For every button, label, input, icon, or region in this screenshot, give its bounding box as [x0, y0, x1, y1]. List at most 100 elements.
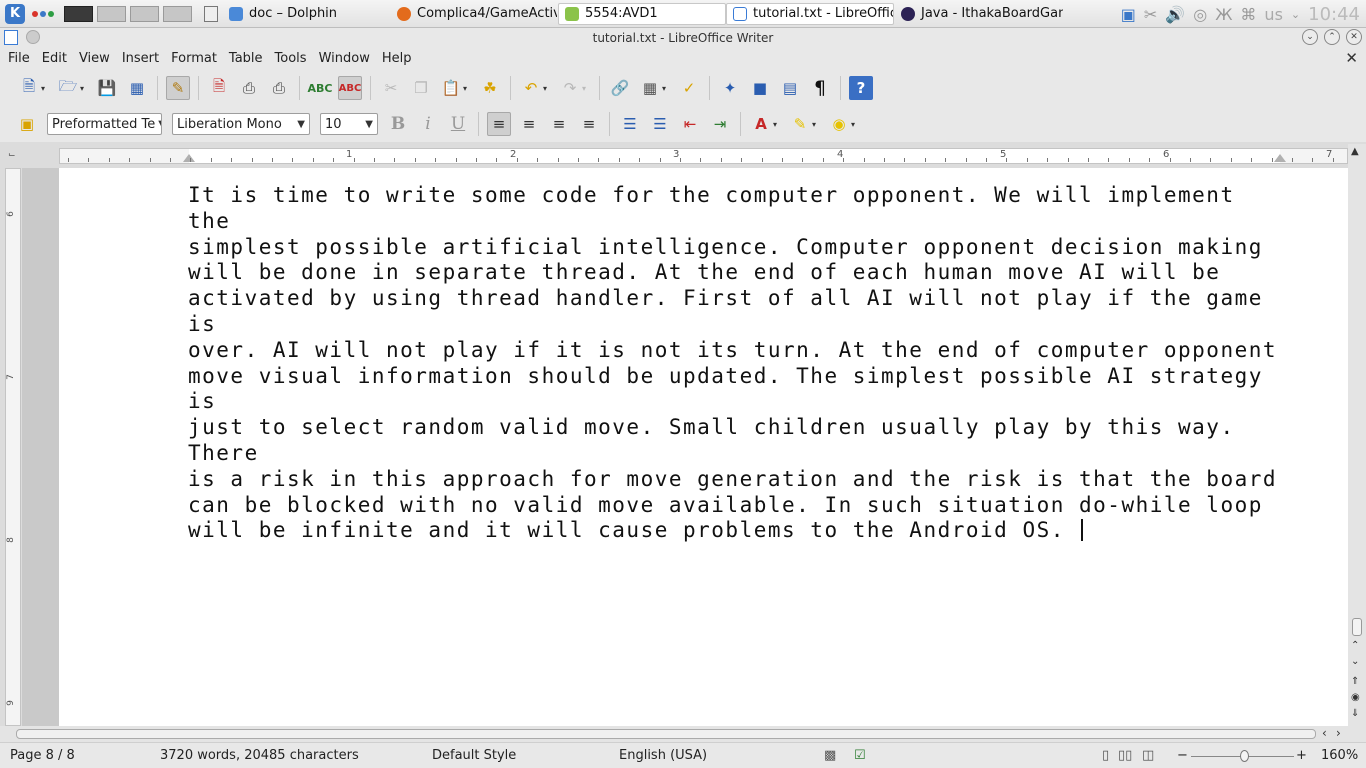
word-count[interactable]: 3720 words, 20485 characters	[160, 748, 359, 763]
save-as-icon[interactable]: ▦	[125, 76, 149, 100]
desktop-4[interactable]	[163, 5, 192, 22]
page-number[interactable]: Page 8 / 8	[10, 748, 75, 763]
align-center-icon[interactable]: ≡	[517, 112, 541, 136]
autospellcheck-icon[interactable]: ABC	[338, 76, 362, 100]
scroll-up-icon[interactable]: ▲	[1351, 146, 1359, 157]
italic-button[interactable]: i	[416, 112, 440, 136]
new-dropdown-icon[interactable]: ▾	[41, 84, 49, 93]
cut-icon[interactable]: ✂	[379, 76, 403, 100]
hyperlink-icon[interactable]: 🔗	[608, 76, 632, 100]
zoom-in-icon[interactable]: +	[1296, 748, 1307, 763]
task-libreoffice[interactable]: tutorial.txt - LibreOffice	[726, 2, 894, 25]
menu-insert[interactable]: Insert	[116, 51, 165, 66]
writer-app-icon[interactable]	[4, 30, 18, 45]
justify-icon[interactable]: ≡	[577, 112, 601, 136]
desktop-1[interactable]	[64, 5, 93, 22]
menu-format[interactable]: Format	[165, 51, 223, 66]
wifi-icon[interactable]: ⌘	[1240, 5, 1256, 24]
right-indent-marker[interactable]	[1274, 154, 1286, 162]
print-icon[interactable]: ⎙	[237, 76, 261, 100]
show-draw-functions-icon[interactable]: ✓	[677, 76, 701, 100]
previous-page-icon[interactable]: ⇑	[1351, 676, 1359, 687]
single-page-view-icon[interactable]: ▯	[1102, 748, 1109, 763]
notes-icon[interactable]	[200, 3, 222, 25]
open-dropdown-icon[interactable]: ▾	[80, 84, 88, 93]
styles-and-formatting-icon[interactable]: ▣	[15, 112, 39, 136]
table-dropdown-icon[interactable]: ▾	[662, 84, 670, 93]
pin-icon[interactable]	[26, 30, 40, 44]
font-color-icon[interactable]: A	[749, 112, 773, 136]
keyboard-layout[interactable]: us	[1264, 5, 1282, 24]
vertical-ruler[interactable]: 6 7 8 9	[5, 168, 21, 726]
navigator-icon[interactable]: ✦	[718, 76, 742, 100]
bullets-icon[interactable]: ☰	[648, 112, 672, 136]
align-left-icon[interactable]: ≡	[487, 112, 511, 136]
zoom-slider-handle[interactable]	[1240, 750, 1249, 762]
volume-icon[interactable]: 🔊	[1165, 5, 1185, 24]
network-icon[interactable]: ◎	[1193, 5, 1207, 24]
menu-view[interactable]: View	[73, 51, 116, 66]
maximize-button[interactable]: ⌃	[1324, 29, 1340, 45]
gallery-icon[interactable]: ■	[748, 76, 772, 100]
formatting-marks-icon[interactable]: ¶	[808, 76, 832, 100]
close-button[interactable]: ✕	[1346, 29, 1362, 45]
highlight-dropdown-icon[interactable]: ▾	[812, 120, 820, 129]
book-view-icon[interactable]: ◫	[1142, 748, 1154, 763]
clock[interactable]: 10:44	[1308, 4, 1360, 25]
decrease-indent-icon[interactable]: ⇤	[678, 112, 702, 136]
paragraph-style-select[interactable]: Preformatted Te ▼	[47, 113, 162, 135]
task-emulator[interactable]: 5554:AVD1	[558, 2, 726, 25]
window-titlebar[interactable]: tutorial.txt - LibreOffice Writer ⌄ ⌃ ✕	[0, 28, 1366, 47]
desktop-3[interactable]	[130, 5, 159, 22]
minimize-button[interactable]: ⌄	[1302, 29, 1318, 45]
background-dropdown-icon[interactable]: ▾	[851, 120, 859, 129]
task-firefox[interactable]: Complica4/GameActivit	[390, 3, 558, 25]
background-color-icon[interactable]: ◉	[827, 112, 851, 136]
redo-dropdown-icon[interactable]: ▾	[582, 84, 590, 93]
task-dolphin[interactable]: doc – Dolphin	[222, 3, 390, 25]
bluetooth-icon[interactable]: Ж	[1215, 5, 1232, 24]
align-right-icon[interactable]: ≡	[547, 112, 571, 136]
next-page-icon[interactable]: ⇓	[1351, 708, 1359, 719]
kde-menu-icon[interactable]: K	[4, 3, 26, 25]
task-eclipse[interactable]: Java - IthakaBoardGame	[894, 3, 1064, 25]
font-color-dropdown-icon[interactable]: ▾	[773, 120, 781, 129]
close-document-icon[interactable]: ✕	[1345, 49, 1358, 67]
copy-icon[interactable]: ❐	[409, 76, 433, 100]
document-text[interactable]: It is time to write some code for the co…	[188, 183, 1288, 544]
page-style[interactable]: Default Style	[432, 748, 516, 763]
scroll-up-small-icon[interactable]: ⌃	[1351, 640, 1359, 651]
paste-dropdown-icon[interactable]: ▾	[463, 84, 471, 93]
font-size-select[interactable]: 10 ▼	[320, 113, 378, 135]
edit-mode-icon[interactable]: ✎	[166, 76, 190, 100]
increase-indent-icon[interactable]: ⇥	[708, 112, 732, 136]
numbering-icon[interactable]: ☰	[618, 112, 642, 136]
menu-window[interactable]: Window	[313, 51, 376, 66]
horizontal-scrollbar[interactable]: ‹ ›	[0, 726, 1366, 742]
desktop-pager[interactable]	[64, 5, 192, 22]
bold-button[interactable]: B	[386, 112, 410, 136]
multi-page-view-icon[interactable]: ▯▯	[1118, 748, 1132, 763]
scissors-icon[interactable]: ✂	[1144, 5, 1157, 24]
document-page[interactable]: It is time to write some code for the co…	[59, 168, 1348, 726]
vertical-scrollbar[interactable]: ▲ ⌃ ⌄ ⇑ ◉ ⇓	[1348, 144, 1366, 726]
menu-tools[interactable]: Tools	[269, 51, 313, 66]
menu-help[interactable]: Help	[376, 51, 418, 66]
document-modified-icon[interactable]: ☑	[854, 748, 866, 763]
underline-button[interactable]: U	[446, 112, 470, 136]
selection-mode-icon[interactable]: ▩	[824, 748, 836, 763]
font-name-select[interactable]: Liberation Mono ▼	[172, 113, 310, 135]
scroll-down-small-icon[interactable]: ⌄	[1351, 656, 1359, 667]
insert-table-icon[interactable]: ▦	[638, 76, 662, 100]
print-preview-icon[interactable]: ⎙	[267, 76, 291, 100]
clipboard-icon[interactable]: ▣	[1121, 5, 1136, 24]
zoom-level[interactable]: 160%	[1321, 748, 1358, 763]
language[interactable]: English (USA)	[619, 748, 707, 763]
undo-icon[interactable]: ↶	[519, 76, 543, 100]
menu-edit[interactable]: Edit	[36, 51, 73, 66]
desktop-2[interactable]	[97, 5, 126, 22]
undo-dropdown-icon[interactable]: ▾	[543, 84, 551, 93]
chevron-down-icon[interactable]: ⌄	[1291, 8, 1300, 21]
scroll-right-icon[interactable]: ›	[1336, 726, 1341, 740]
zoom-out-icon[interactable]: −	[1177, 748, 1188, 763]
